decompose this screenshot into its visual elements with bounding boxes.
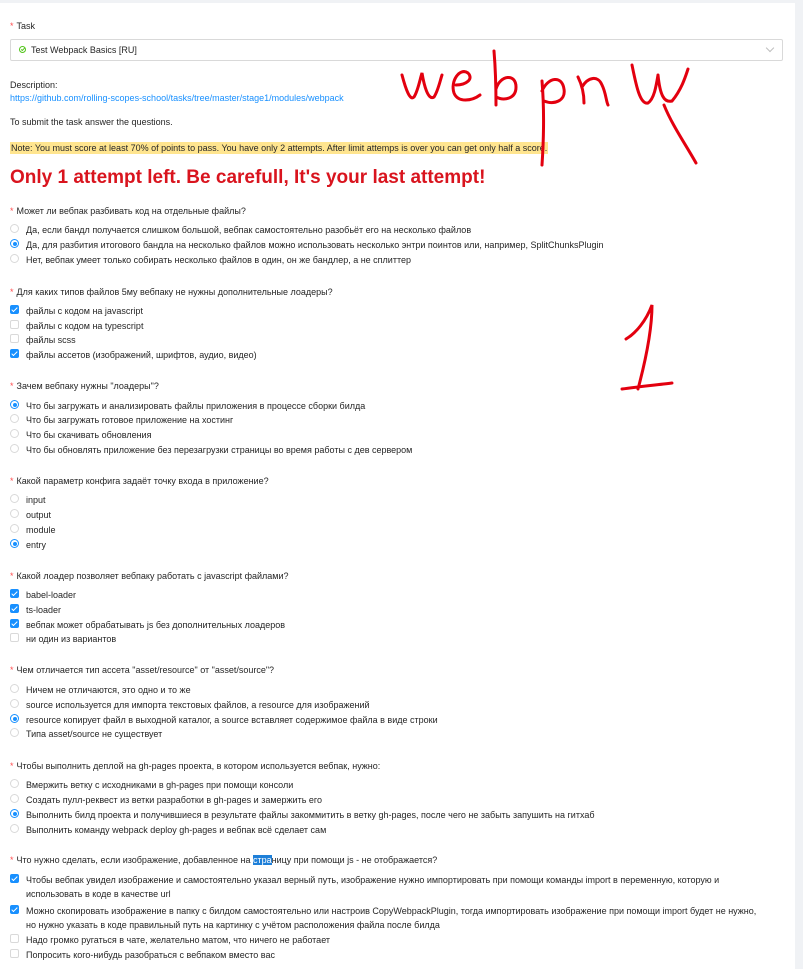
option-radio[interactable]: resource копирует файл в выходной катало… <box>10 713 766 727</box>
option-radio[interactable]: Вмержить ветку с исходниками в gh-pages … <box>10 778 766 792</box>
required-asterisk: * <box>10 21 14 31</box>
option-radio[interactable]: Что бы загружать готовое приложение на х… <box>10 413 766 427</box>
page-scrollbar[interactable] <box>795 0 803 969</box>
description-link[interactable]: https://github.com/rolling-scopes-school… <box>10 93 344 103</box>
radio-icon[interactable] <box>10 444 19 453</box>
checkbox-icon[interactable] <box>10 934 19 943</box>
radio-icon[interactable] <box>10 509 19 518</box>
option-checkbox[interactable]: Можно скопировать изображение в папку с … <box>10 904 766 932</box>
radio-checked-icon[interactable] <box>10 539 19 548</box>
option-radio[interactable]: Да, если бандл получается слишком большо… <box>10 223 766 237</box>
radio-icon[interactable] <box>10 414 19 423</box>
checkbox-checked-icon[interactable] <box>10 589 19 598</box>
option-radio[interactable]: Типа asset/source не существует <box>10 727 766 741</box>
question-1: * Может ли вебпак разбивать код на отдель… <box>10 206 246 216</box>
chevron-down-icon[interactable] <box>765 43 775 53</box>
option-checkbox[interactable]: файлы ассетов (изображений, шрифтов, ауд… <box>10 348 766 362</box>
radio-checked-icon[interactable] <box>10 809 19 818</box>
option-checkbox[interactable]: ни один из вариантов <box>10 632 766 646</box>
option-radio[interactable]: Что бы загружать и анализировать файлы п… <box>10 399 766 413</box>
option-checkbox[interactable]: Чтобы вебпак увидел изображение и самост… <box>10 873 766 901</box>
option-radio[interactable]: Выполнить билд проекта и получившиеся в … <box>10 808 766 822</box>
handwritten-webpack-scribble <box>400 49 698 167</box>
option-radio[interactable]: entry <box>10 538 766 552</box>
option-radio[interactable]: Что бы обновлять приложение без перезагр… <box>10 443 766 457</box>
question-3: * Зачем вебпаку нужны "лоадеры"? <box>10 381 159 391</box>
option-checkbox[interactable]: Надо громко ругаться в чате, желательно … <box>10 933 766 947</box>
option-checkbox[interactable]: файлы с кодом на javascript <box>10 304 766 318</box>
radio-icon[interactable] <box>10 699 19 708</box>
checkbox-checked-icon[interactable] <box>10 874 19 883</box>
option-radio[interactable]: Создать пулл-реквест из ветки разработки… <box>10 793 766 807</box>
option-radio[interactable]: Ничем не отличаются, это одно и то же <box>10 683 766 697</box>
checkbox-icon[interactable] <box>10 334 19 343</box>
radio-icon[interactable] <box>10 254 19 263</box>
option-radio[interactable]: module <box>10 523 766 537</box>
question-2: * Для каких типов файлов 5му вебпаку не н… <box>10 287 333 297</box>
radio-icon[interactable] <box>10 794 19 803</box>
option-radio[interactable]: Нет, вебпак умеет только собирать нескол… <box>10 253 766 267</box>
check-circle-icon <box>19 46 26 53</box>
option-checkbox[interactable]: файлы с кодом на typescript <box>10 319 766 333</box>
radio-icon[interactable] <box>10 524 19 533</box>
option-radio[interactable]: Да, для разбития итогового бандла на нес… <box>10 238 766 252</box>
question-5: * Какой лоадер позволяет вебпаку работать… <box>10 571 289 581</box>
checkbox-checked-icon[interactable] <box>10 604 19 613</box>
option-checkbox[interactable]: Попросить кого-нибудь разобраться с вебп… <box>10 948 766 962</box>
radio-checked-icon[interactable] <box>10 239 19 248</box>
option-radio[interactable]: Выполнить команду webpack deploy gh-page… <box>10 823 766 837</box>
checkbox-checked-icon[interactable] <box>10 305 19 314</box>
task-select-value: Test Webpack Basics [RU] <box>31 45 137 55</box>
checkbox-checked-icon[interactable] <box>10 349 19 358</box>
selected-text-highlight: стра <box>252 855 272 865</box>
question-7: * Чтобы выполнить деплой на gh-pages прое… <box>10 761 381 771</box>
question-8: * Что нужно сделать, если изображение, до… <box>10 855 438 865</box>
radio-checked-icon[interactable] <box>10 714 19 723</box>
option-radio[interactable]: output <box>10 508 766 522</box>
task-label: * Task <box>10 21 36 31</box>
radio-icon[interactable] <box>10 728 19 737</box>
option-checkbox[interactable]: babel-loader <box>10 588 766 602</box>
option-radio[interactable]: input <box>10 493 766 507</box>
option-checkbox[interactable]: ts-loader <box>10 603 766 617</box>
option-radio[interactable]: Что бы скачивать обновления <box>10 428 766 442</box>
question-6: * Чем отличается тип ассета "asset/resour… <box>10 665 275 675</box>
radio-icon[interactable] <box>10 429 19 438</box>
option-radio[interactable]: source используется для импорта текстовы… <box>10 698 766 712</box>
radio-icon[interactable] <box>10 224 19 233</box>
checkbox-icon[interactable] <box>10 633 19 642</box>
checkbox-icon[interactable] <box>10 320 19 329</box>
radio-icon[interactable] <box>10 684 19 693</box>
checkbox-checked-icon[interactable] <box>10 619 19 628</box>
question-4: * Какой параметр конфига задаёт точку вхо… <box>10 476 269 486</box>
instruction-text: To submit the task answer the questions. <box>10 117 173 127</box>
description-label: Description: <box>10 80 58 90</box>
radio-checked-icon[interactable] <box>10 400 19 409</box>
radio-icon[interactable] <box>10 824 19 833</box>
task-form: * Task Test Webpack Basics [RU] Descripti… <box>0 3 795 969</box>
option-checkbox[interactable]: вебпак может обрабатывать js без дополни… <box>10 618 766 632</box>
checkbox-icon[interactable] <box>10 949 19 958</box>
radio-icon[interactable] <box>10 494 19 503</box>
option-checkbox[interactable]: файлы scss <box>10 333 766 347</box>
checkbox-checked-icon[interactable] <box>10 905 19 914</box>
radio-icon[interactable] <box>10 779 19 788</box>
